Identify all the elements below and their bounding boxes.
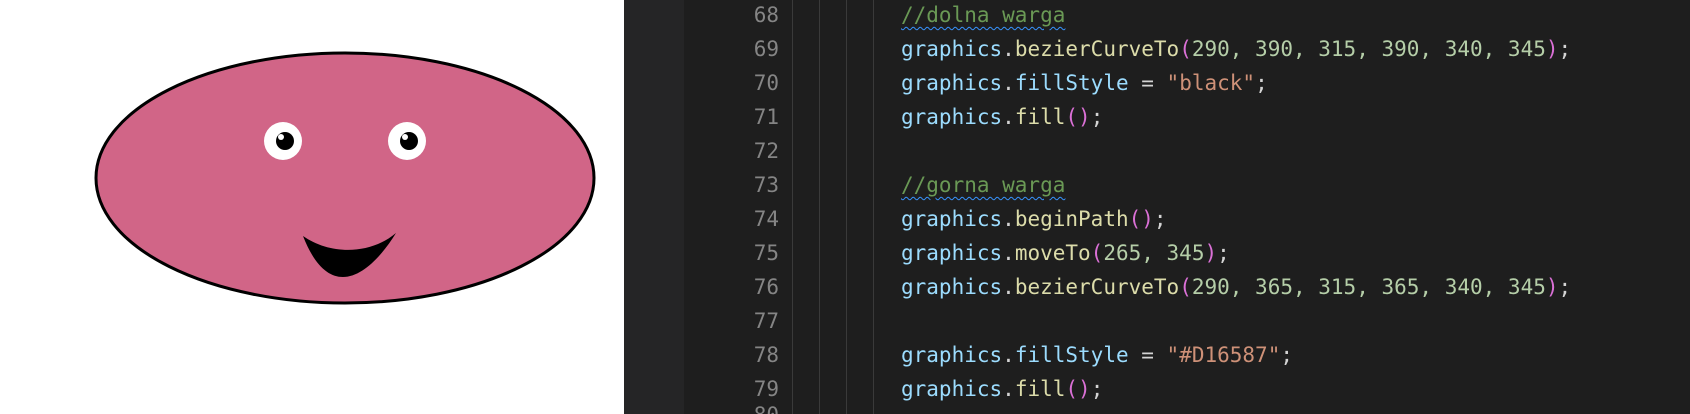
code-line[interactable]: 74 graphics.beginPath(); bbox=[684, 202, 1690, 236]
code-line[interactable]: 75 graphics.moveTo(265, 345); bbox=[684, 236, 1690, 270]
line-number: 77 bbox=[753, 309, 779, 333]
canvas-preview bbox=[0, 0, 624, 414]
code-line[interactable]: 73 //gorna warga bbox=[684, 168, 1690, 202]
face-drawing bbox=[94, 51, 596, 305]
code-line[interactable]: 76 graphics.bezierCurveTo(290, 365, 315,… bbox=[684, 270, 1690, 304]
code-statement: graphics.fillStyle = "#D16587"; bbox=[901, 343, 1293, 367]
code-statement: graphics.bezierCurveTo(290, 390, 315, 39… bbox=[901, 37, 1572, 61]
line-number: 74 bbox=[753, 207, 779, 231]
right-eye bbox=[388, 122, 426, 160]
code-statement: graphics.fill(); bbox=[901, 105, 1104, 129]
code-line[interactable]: 72 bbox=[684, 134, 1690, 168]
editor-side-strip bbox=[624, 0, 684, 414]
line-number: 72 bbox=[753, 139, 779, 163]
line-number: 76 bbox=[753, 275, 779, 299]
line-number: 78 bbox=[753, 343, 779, 367]
code-line[interactable]: 78 graphics.fillStyle = "#D16587"; bbox=[684, 338, 1690, 372]
line-number: 70 bbox=[753, 71, 779, 95]
line-number: 68 bbox=[753, 3, 779, 27]
code-line[interactable]: 71 graphics.fill(); bbox=[684, 100, 1690, 134]
line-number: 73 bbox=[753, 173, 779, 197]
code-line[interactable]: 77 bbox=[684, 304, 1690, 338]
code-line[interactable]: 69 graphics.bezierCurveTo(290, 390, 315,… bbox=[684, 32, 1690, 66]
line-number: 80 bbox=[684, 398, 779, 414]
code-line[interactable]: 68 //dolna warga bbox=[684, 0, 1690, 32]
line-number: 75 bbox=[753, 241, 779, 265]
line-number: 69 bbox=[753, 37, 779, 61]
code-statement: graphics.fillStyle = "black"; bbox=[901, 71, 1268, 95]
code-editor[interactable]: 68 //dolna warga 69 graphics.bezierCurve… bbox=[624, 0, 1690, 414]
code-comment: //dolna warga bbox=[901, 3, 1066, 27]
code-line[interactable]: 80 bbox=[684, 398, 1690, 414]
code-comment: //gorna warga bbox=[901, 173, 1066, 197]
code-statement: graphics.bezierCurveTo(290, 365, 315, 36… bbox=[901, 275, 1572, 299]
code-line[interactable]: 70 graphics.fillStyle = "black"; bbox=[684, 66, 1690, 100]
left-eye bbox=[264, 122, 302, 160]
line-number: 71 bbox=[753, 105, 779, 129]
code-statement: graphics.beginPath(); bbox=[901, 207, 1167, 231]
code-statement: graphics.moveTo(265, 345); bbox=[901, 241, 1230, 265]
